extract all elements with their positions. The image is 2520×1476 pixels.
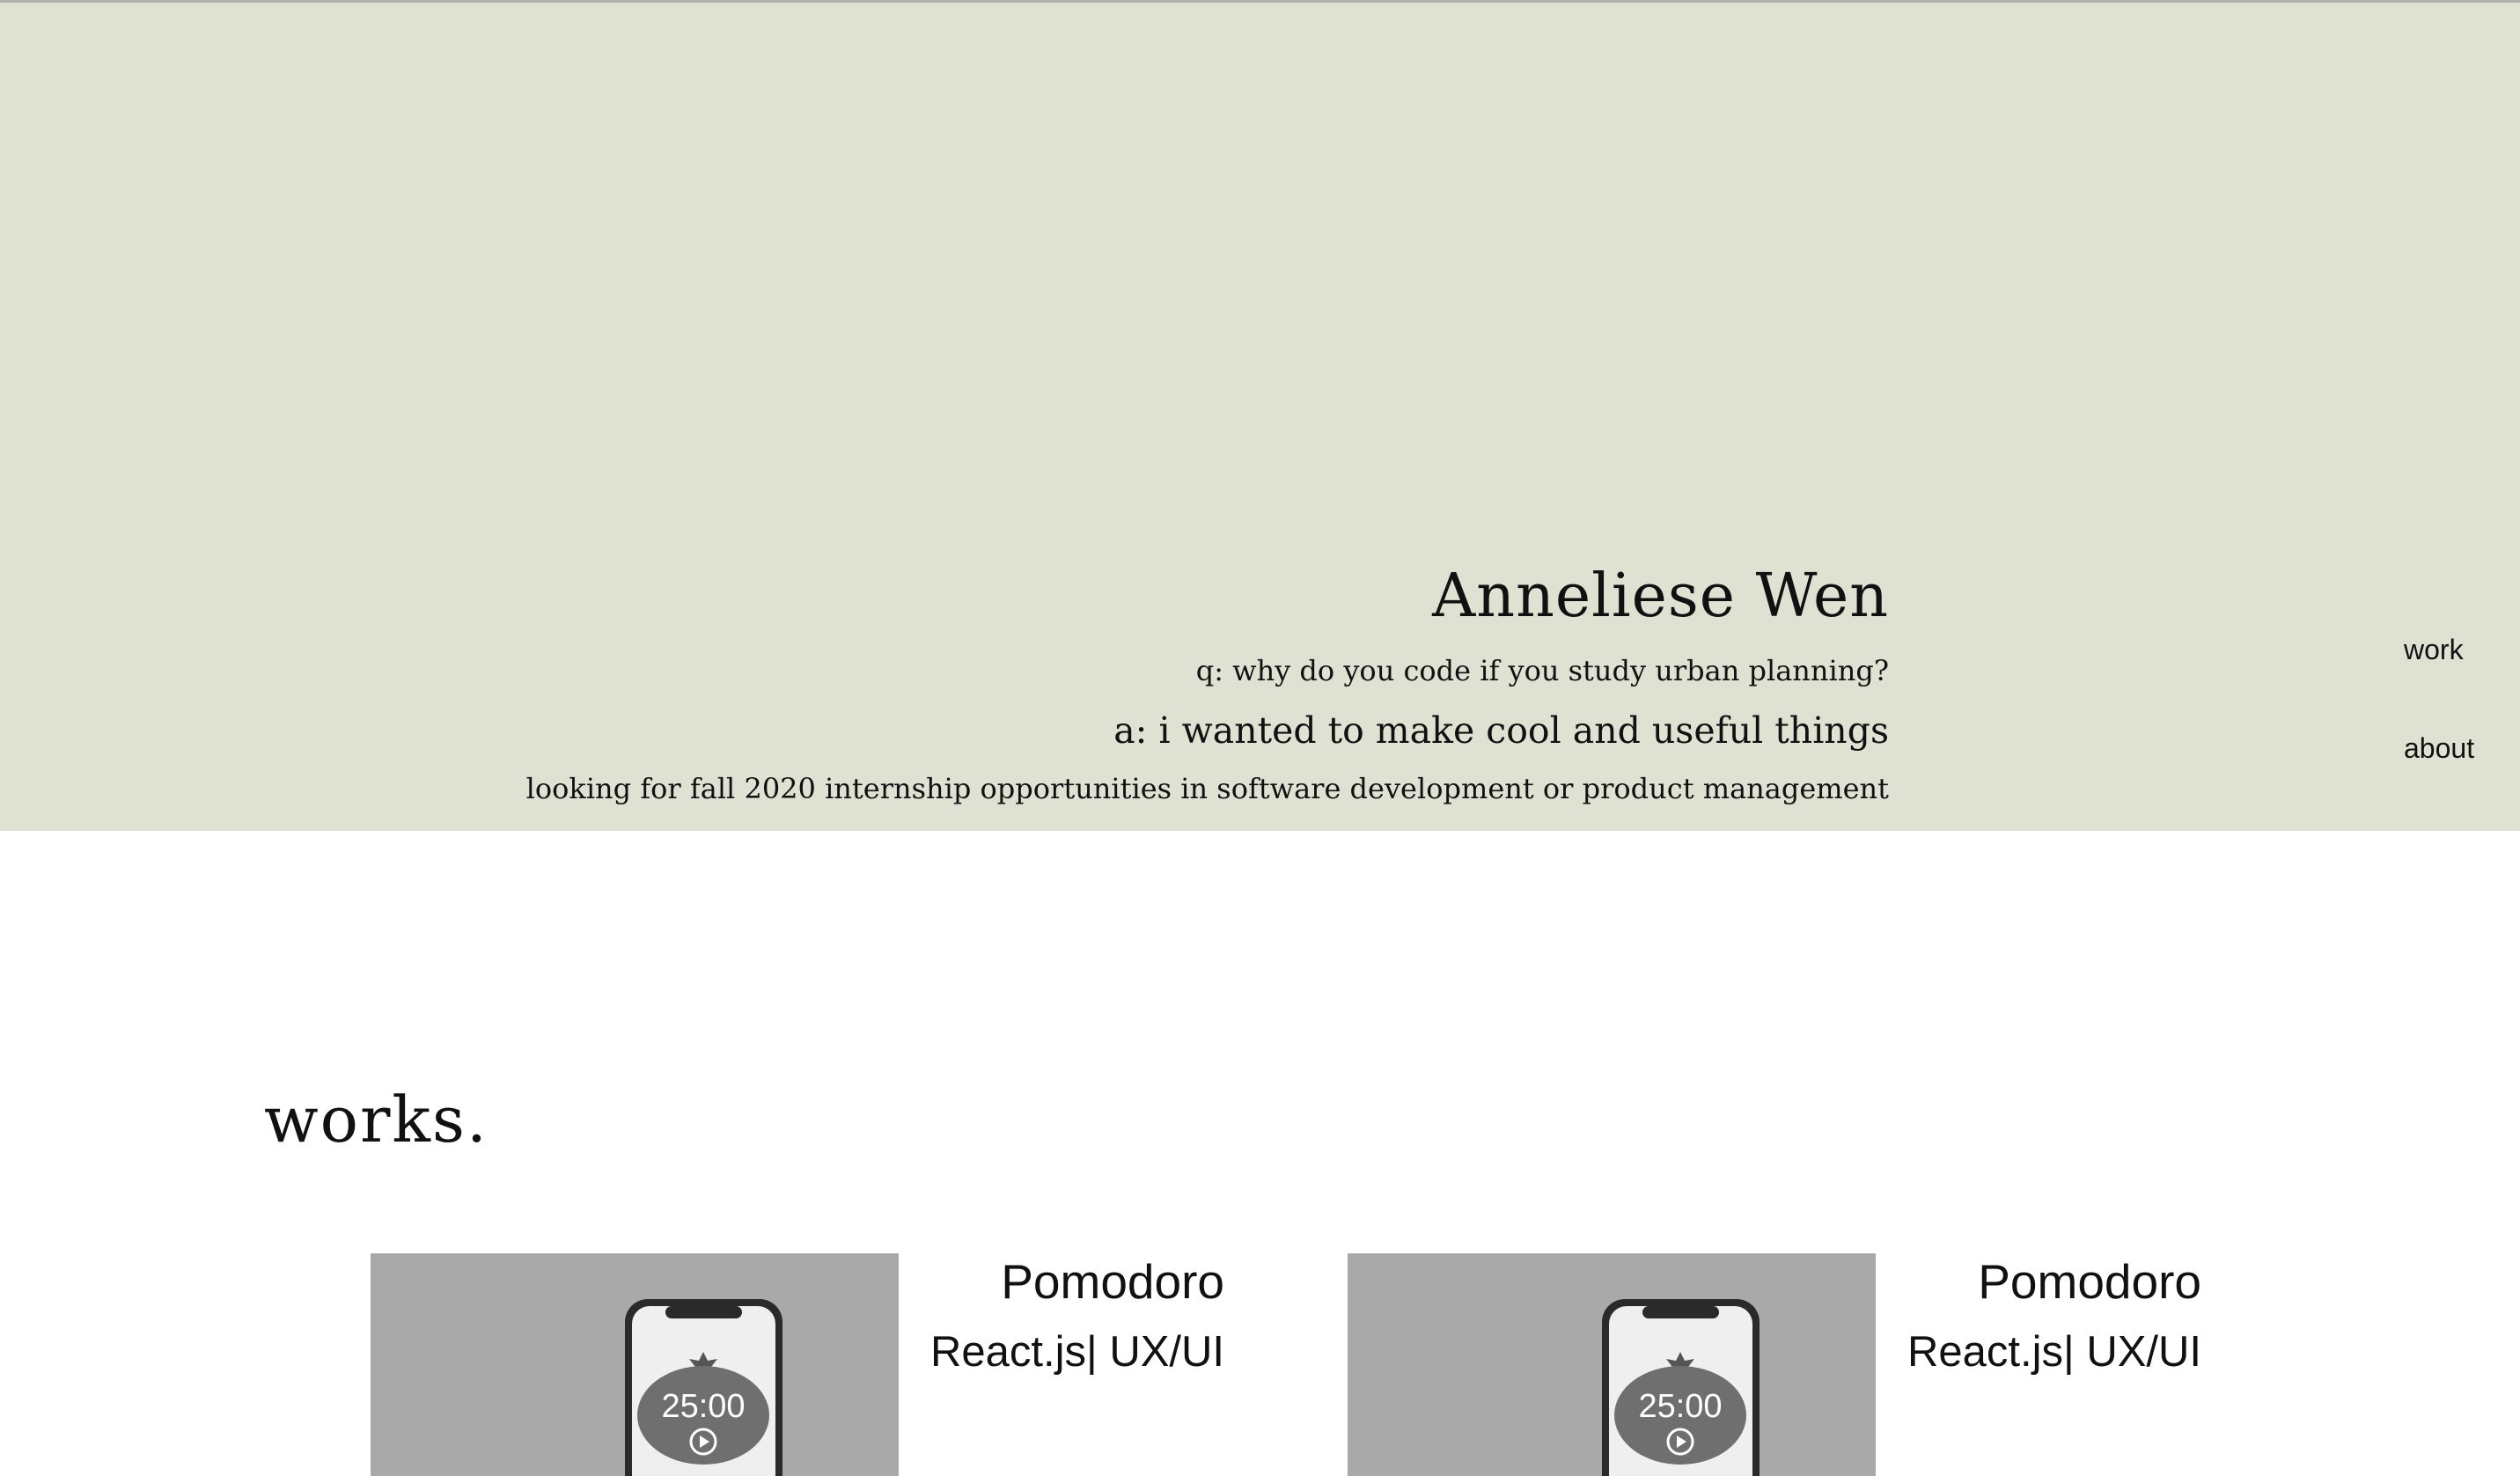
nav-about-link[interactable]: about <box>2404 732 2474 765</box>
timer-text: 25:00 <box>661 1388 745 1425</box>
hero-banner: Anneliese Wen q: why do you code if you … <box>0 3 2520 831</box>
hero-looking-text: looking for fall 2020 internship opportu… <box>525 772 1889 805</box>
project-title[interactable]: Pomodoro <box>1001 1253 1224 1310</box>
project-thumbnail[interactable]: 25:00 <box>1348 1253 1876 1476</box>
works-heading: works. <box>264 1083 489 1157</box>
project-tags: React.js| UX/UI <box>929 1328 1224 1376</box>
timer-text: 25:00 <box>1638 1388 1722 1425</box>
project-card[interactable]: 25:00 Pomodoro React.js| UX/UI <box>371 1253 1224 1476</box>
nav-work-link[interactable]: work <box>2404 634 2464 666</box>
hero-question: q: why do you code if you study urban pl… <box>1195 654 1889 687</box>
project-card[interactable]: 25:00 Pomodoro React.js| UX/UI <box>1348 1253 2201 1476</box>
hero-name: Anneliese Wen <box>1432 562 1889 631</box>
project-title[interactable]: Pomodoro <box>1978 1253 2201 1310</box>
project-thumbnail[interactable]: 25:00 <box>371 1253 899 1476</box>
tomato-timer-phone-icon: 25:00 <box>1602 1299 1760 1476</box>
project-tags: React.js| UX/UI <box>1907 1328 2201 1376</box>
tomato-timer-phone-icon: 25:00 <box>625 1299 782 1476</box>
hero-answer: a: i wanted to make cool and useful thin… <box>1113 709 1889 752</box>
